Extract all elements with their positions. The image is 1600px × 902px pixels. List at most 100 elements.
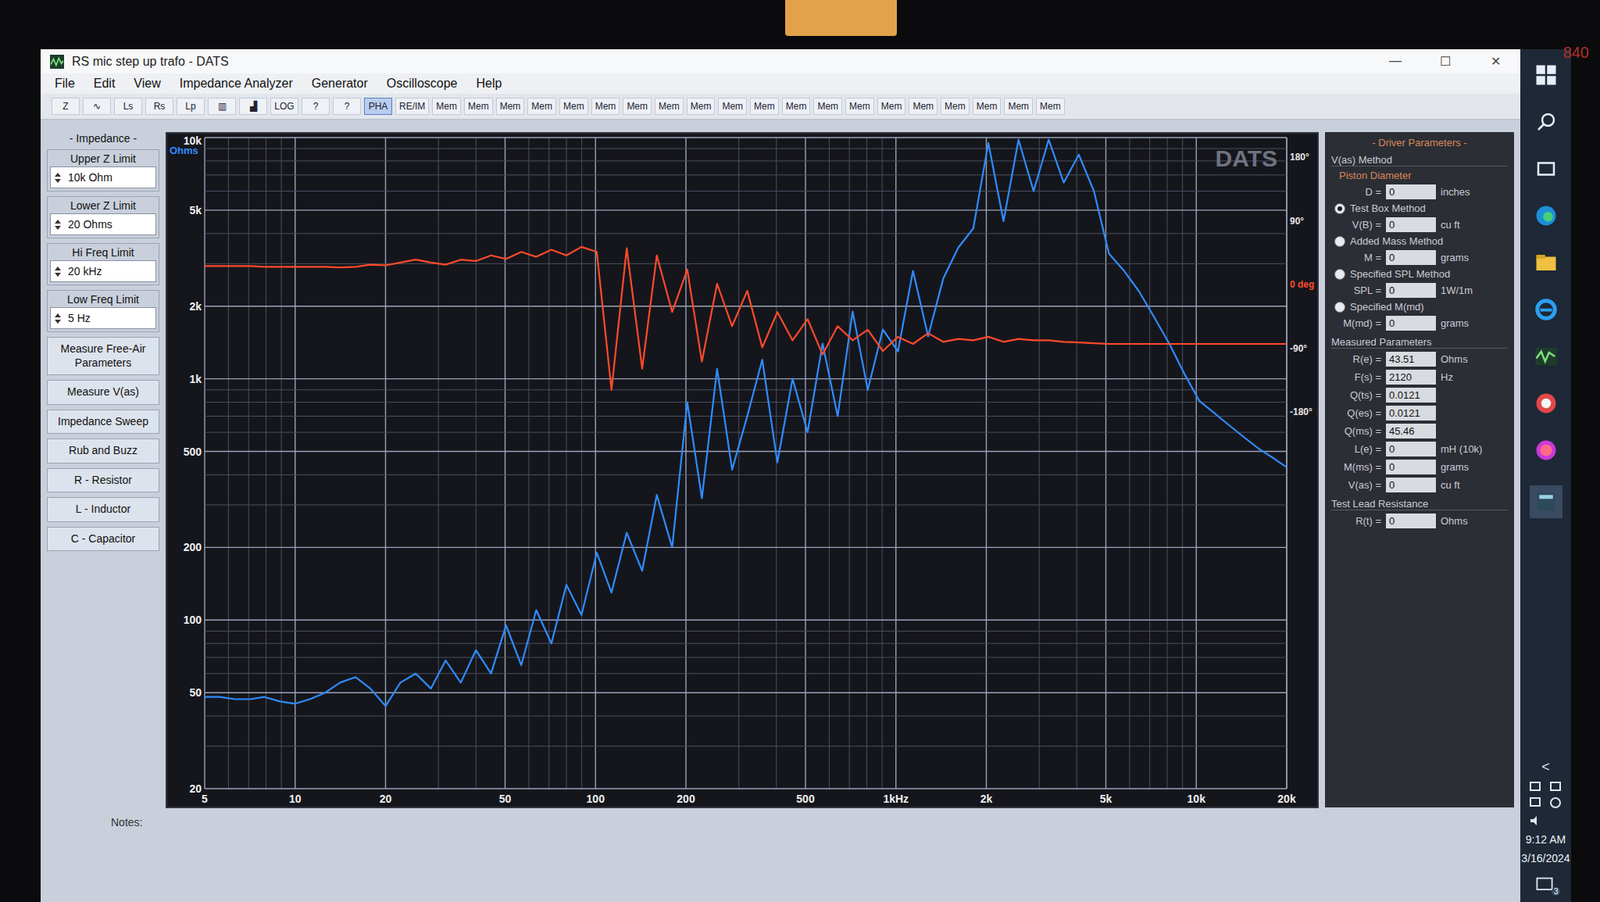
panel-button[interactable]: L - Inductor: [46, 496, 160, 522]
limit-value[interactable]: 20 kHz: [66, 262, 104, 280]
toolbar-button[interactable]: Mem: [750, 97, 779, 115]
toolbar-button[interactable]: ∿: [82, 97, 111, 115]
up-arrow-icon[interactable]: [54, 219, 61, 224]
limit-spinner[interactable]: 5 Hz: [50, 307, 157, 329]
down-arrow-icon[interactable]: [54, 178, 61, 183]
panel-button[interactable]: Impedance Sweep: [46, 409, 160, 435]
menu-item[interactable]: Generator: [311, 76, 368, 91]
spinner-arrows[interactable]: [52, 266, 64, 277]
cloud-icon[interactable]: [1529, 781, 1541, 791]
toolbar-button[interactable]: Mem: [496, 97, 525, 115]
panel-button[interactable]: Measure Free-Air Parameters: [46, 336, 160, 375]
limit-value[interactable]: 20 Ohms: [66, 215, 115, 233]
limit-value[interactable]: 5 Hz: [66, 309, 93, 327]
toolbar-button[interactable]: Rs: [145, 97, 174, 115]
toolbar-button[interactable]: ?: [301, 97, 330, 115]
toolbar-button[interactable]: ▟: [239, 97, 268, 115]
radio-button[interactable]: [1334, 203, 1346, 215]
up-arrow-icon[interactable]: [54, 172, 61, 177]
field-input[interactable]: 0: [1385, 282, 1436, 298]
menu-item[interactable]: File: [54, 76, 75, 91]
menu-item[interactable]: Help: [475, 76, 502, 91]
panel-button[interactable]: Measure V(as): [46, 379, 160, 405]
window-control-button[interactable]: ✕: [1470, 53, 1521, 69]
edge-icon[interactable]: [1534, 203, 1558, 228]
method-radio[interactable]: Specified M(md): [1331, 300, 1508, 313]
spinner-arrows[interactable]: [52, 172, 64, 183]
down-arrow-icon[interactable]: [54, 319, 61, 324]
toolbar-button[interactable]: ?: [332, 97, 361, 115]
toolbar-button[interactable]: Mem: [1035, 97, 1065, 115]
field-input[interactable]: 0: [1385, 315, 1436, 331]
toolbar-button[interactable]: Z: [51, 97, 80, 115]
field-value[interactable]: 45.46: [1385, 423, 1436, 439]
radio-label[interactable]: Specified SPL Method: [1350, 267, 1450, 280]
field-input[interactable]: 0: [1385, 513, 1436, 529]
calculator-icon[interactable]: [1529, 485, 1563, 518]
toolbar-button[interactable]: Mem: [654, 97, 684, 115]
menu-item[interactable]: Oscilloscope: [386, 76, 458, 91]
globe-icon[interactable]: [1550, 796, 1561, 808]
toolbar-button[interactable]: PHA: [364, 97, 393, 115]
field-value[interactable]: 43.51: [1385, 351, 1436, 367]
up-arrow-icon[interactable]: [54, 313, 61, 318]
panel-button[interactable]: Rub and Buzz: [46, 438, 160, 464]
radio-button[interactable]: [1334, 235, 1346, 247]
toolbar-button[interactable]: Mem: [686, 97, 716, 115]
toolbar-button[interactable]: Mem: [622, 97, 652, 115]
w-app-icon[interactable]: [1534, 438, 1558, 462]
clock-time[interactable]: 9:12 AM: [1525, 832, 1566, 846]
toolbar-button[interactable]: Mem: [940, 97, 970, 115]
up-arrow-icon[interactable]: [54, 266, 61, 271]
radio-label[interactable]: Test Box Method: [1350, 202, 1426, 215]
task-view-icon[interactable]: [1534, 157, 1558, 181]
toolbar-button[interactable]: Mem: [559, 97, 589, 115]
toolbar-button[interactable]: Mem: [717, 97, 747, 115]
field-input[interactable]: 0: [1385, 217, 1436, 233]
clock-date[interactable]: 3/16/2024: [1521, 851, 1570, 865]
notes-area[interactable]: Notes:: [40, 807, 1521, 902]
toolbar-button[interactable]: Mem: [1003, 97, 1033, 115]
toolbar-button[interactable]: Mem: [813, 97, 843, 115]
field-input[interactable]: 0: [1385, 184, 1436, 200]
toolbar-button[interactable]: Mem: [591, 97, 621, 115]
toolbar-button[interactable]: Lp: [176, 97, 205, 115]
toolbar-button[interactable]: Mem: [972, 97, 1002, 115]
network-icon[interactable]: [1550, 781, 1561, 791]
battery-icon[interactable]: [1529, 796, 1541, 807]
circle-app-icon[interactable]: [1534, 391, 1558, 415]
toolbar-button[interactable]: Mem: [845, 97, 875, 115]
toolbar-button[interactable]: Mem: [464, 97, 493, 115]
field-value[interactable]: 0.0121: [1385, 405, 1436, 421]
limit-spinner[interactable]: 20 kHz: [50, 260, 157, 283]
oscilloscope-app-icon[interactable]: [1534, 344, 1558, 368]
method-radio[interactable]: Added Mass Method: [1331, 235, 1508, 247]
limit-spinner[interactable]: 10k Ohm: [50, 166, 157, 189]
field-value[interactable]: 2120: [1385, 369, 1436, 385]
internet-explorer-icon[interactable]: [1534, 297, 1558, 322]
toolbar-button[interactable]: Mem: [432, 97, 461, 115]
toolbar-button[interactable]: Ls: [114, 97, 143, 115]
limit-value[interactable]: 10k Ohm: [66, 168, 115, 186]
method-radio[interactable]: Test Box Method: [1331, 202, 1508, 215]
window-control-button[interactable]: ☐: [1420, 53, 1471, 69]
down-arrow-icon[interactable]: [54, 225, 61, 230]
field-value[interactable]: 0: [1385, 441, 1436, 457]
window-control-button[interactable]: —: [1370, 53, 1421, 69]
windows-icon[interactable]: [1534, 63, 1558, 87]
radio-label[interactable]: Added Mass Method: [1350, 235, 1443, 247]
radio-label[interactable]: Specified M(md): [1350, 300, 1425, 313]
field-value[interactable]: 0.0121: [1385, 387, 1436, 403]
menu-item[interactable]: Impedance Analyzer: [179, 76, 293, 91]
toolbar-button[interactable]: RE/IM: [395, 97, 429, 115]
limit-spinner[interactable]: 20 Ohms: [50, 213, 157, 236]
toolbar-button[interactable]: Mem: [782, 97, 811, 115]
panel-button[interactable]: C - Capacitor: [46, 526, 160, 552]
field-value[interactable]: 0: [1385, 459, 1436, 475]
search-icon[interactable]: [1534, 110, 1558, 134]
menu-item[interactable]: View: [133, 76, 161, 91]
tray-expand-button[interactable]: <: [1541, 758, 1550, 775]
toolbar-button[interactable]: ▥: [207, 97, 236, 115]
field-value[interactable]: 0: [1385, 477, 1436, 493]
panel-button[interactable]: R - Resistor: [46, 467, 160, 493]
